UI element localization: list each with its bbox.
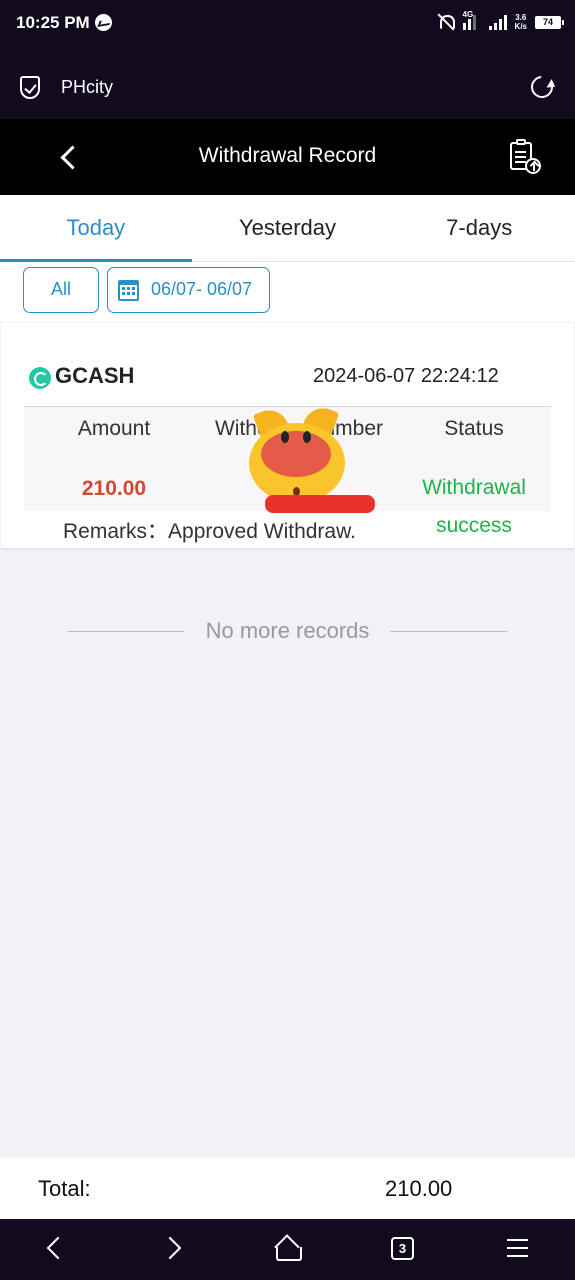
speed-unit: K/s (514, 22, 527, 31)
total-label: Total: (38, 1176, 91, 1201)
home-icon[interactable] (275, 1237, 302, 1261)
status-value: Withdrawal success (422, 476, 526, 537)
date-range-button[interactable]: 06/07- 06/07 (107, 267, 270, 313)
status-header: Status (444, 417, 504, 440)
no-more-records: No more records (0, 615, 575, 649)
tab-today[interactable]: Today (0, 195, 192, 262)
signal-icon: 4G (462, 10, 481, 30)
mascot-float-icon[interactable] (245, 402, 377, 517)
remarks-value: Approved Withdraw. (168, 520, 356, 543)
battery-icon: 74 (535, 15, 564, 29)
status-bar: 10:25 PM 4G 3.6 K/s 74 (0, 0, 575, 48)
speed-value: 3.6 (515, 13, 527, 22)
tab-7-days[interactable]: 7-days (383, 195, 575, 261)
browser-nav-bar: 3 (0, 1219, 575, 1280)
remarks: Remarks：Approved Withdraw. (63, 515, 356, 545)
tabs-count-icon[interactable]: 3 (391, 1237, 414, 1260)
messenger-icon (95, 14, 112, 31)
divider-right (390, 631, 507, 632)
clipboard-upload-icon[interactable] (509, 139, 541, 174)
amount-value: 210.00 (81, 477, 147, 500)
page-title: Withdrawal Record (198, 144, 377, 167)
site-name: PHcity (61, 77, 114, 97)
shield-icon (20, 76, 40, 99)
app-header: Withdrawal Record (0, 119, 575, 195)
bell-off-icon (437, 12, 455, 32)
record-time: 2024-06-07 22:24:12 (313, 365, 499, 387)
calendar-icon (118, 280, 139, 301)
total-bar: Total: 210.00 (0, 1158, 575, 1219)
total-value: 210.00 (385, 1176, 453, 1201)
refresh-icon[interactable] (526, 71, 558, 103)
nav-back-icon[interactable] (46, 1236, 70, 1260)
payment-method: GCASH (55, 363, 135, 388)
date-tabs: Today Yesterday 7-days (0, 195, 575, 262)
menu-icon[interactable] (507, 1239, 528, 1241)
date-range-label: 06/07- 06/07 (151, 279, 253, 299)
all-filter-button[interactable]: All (23, 267, 99, 313)
network-speed: 3.6 K/s (515, 13, 527, 31)
gcash-icon (29, 367, 51, 389)
status-indicators: 4G 3.6 K/s 74 (437, 10, 564, 32)
amount-header: Amount (77, 417, 151, 440)
status-time: 10:25 PM (16, 13, 90, 32)
browser-bar: PHcity (0, 48, 575, 119)
nav-forward-icon[interactable] (158, 1236, 182, 1260)
tab-yesterday[interactable]: Yesterday (192, 195, 384, 261)
remarks-label: Remarks： (63, 520, 169, 543)
filter-row: All 06/07- 06/07 (0, 262, 575, 322)
signal-icon-2 (488, 14, 507, 30)
